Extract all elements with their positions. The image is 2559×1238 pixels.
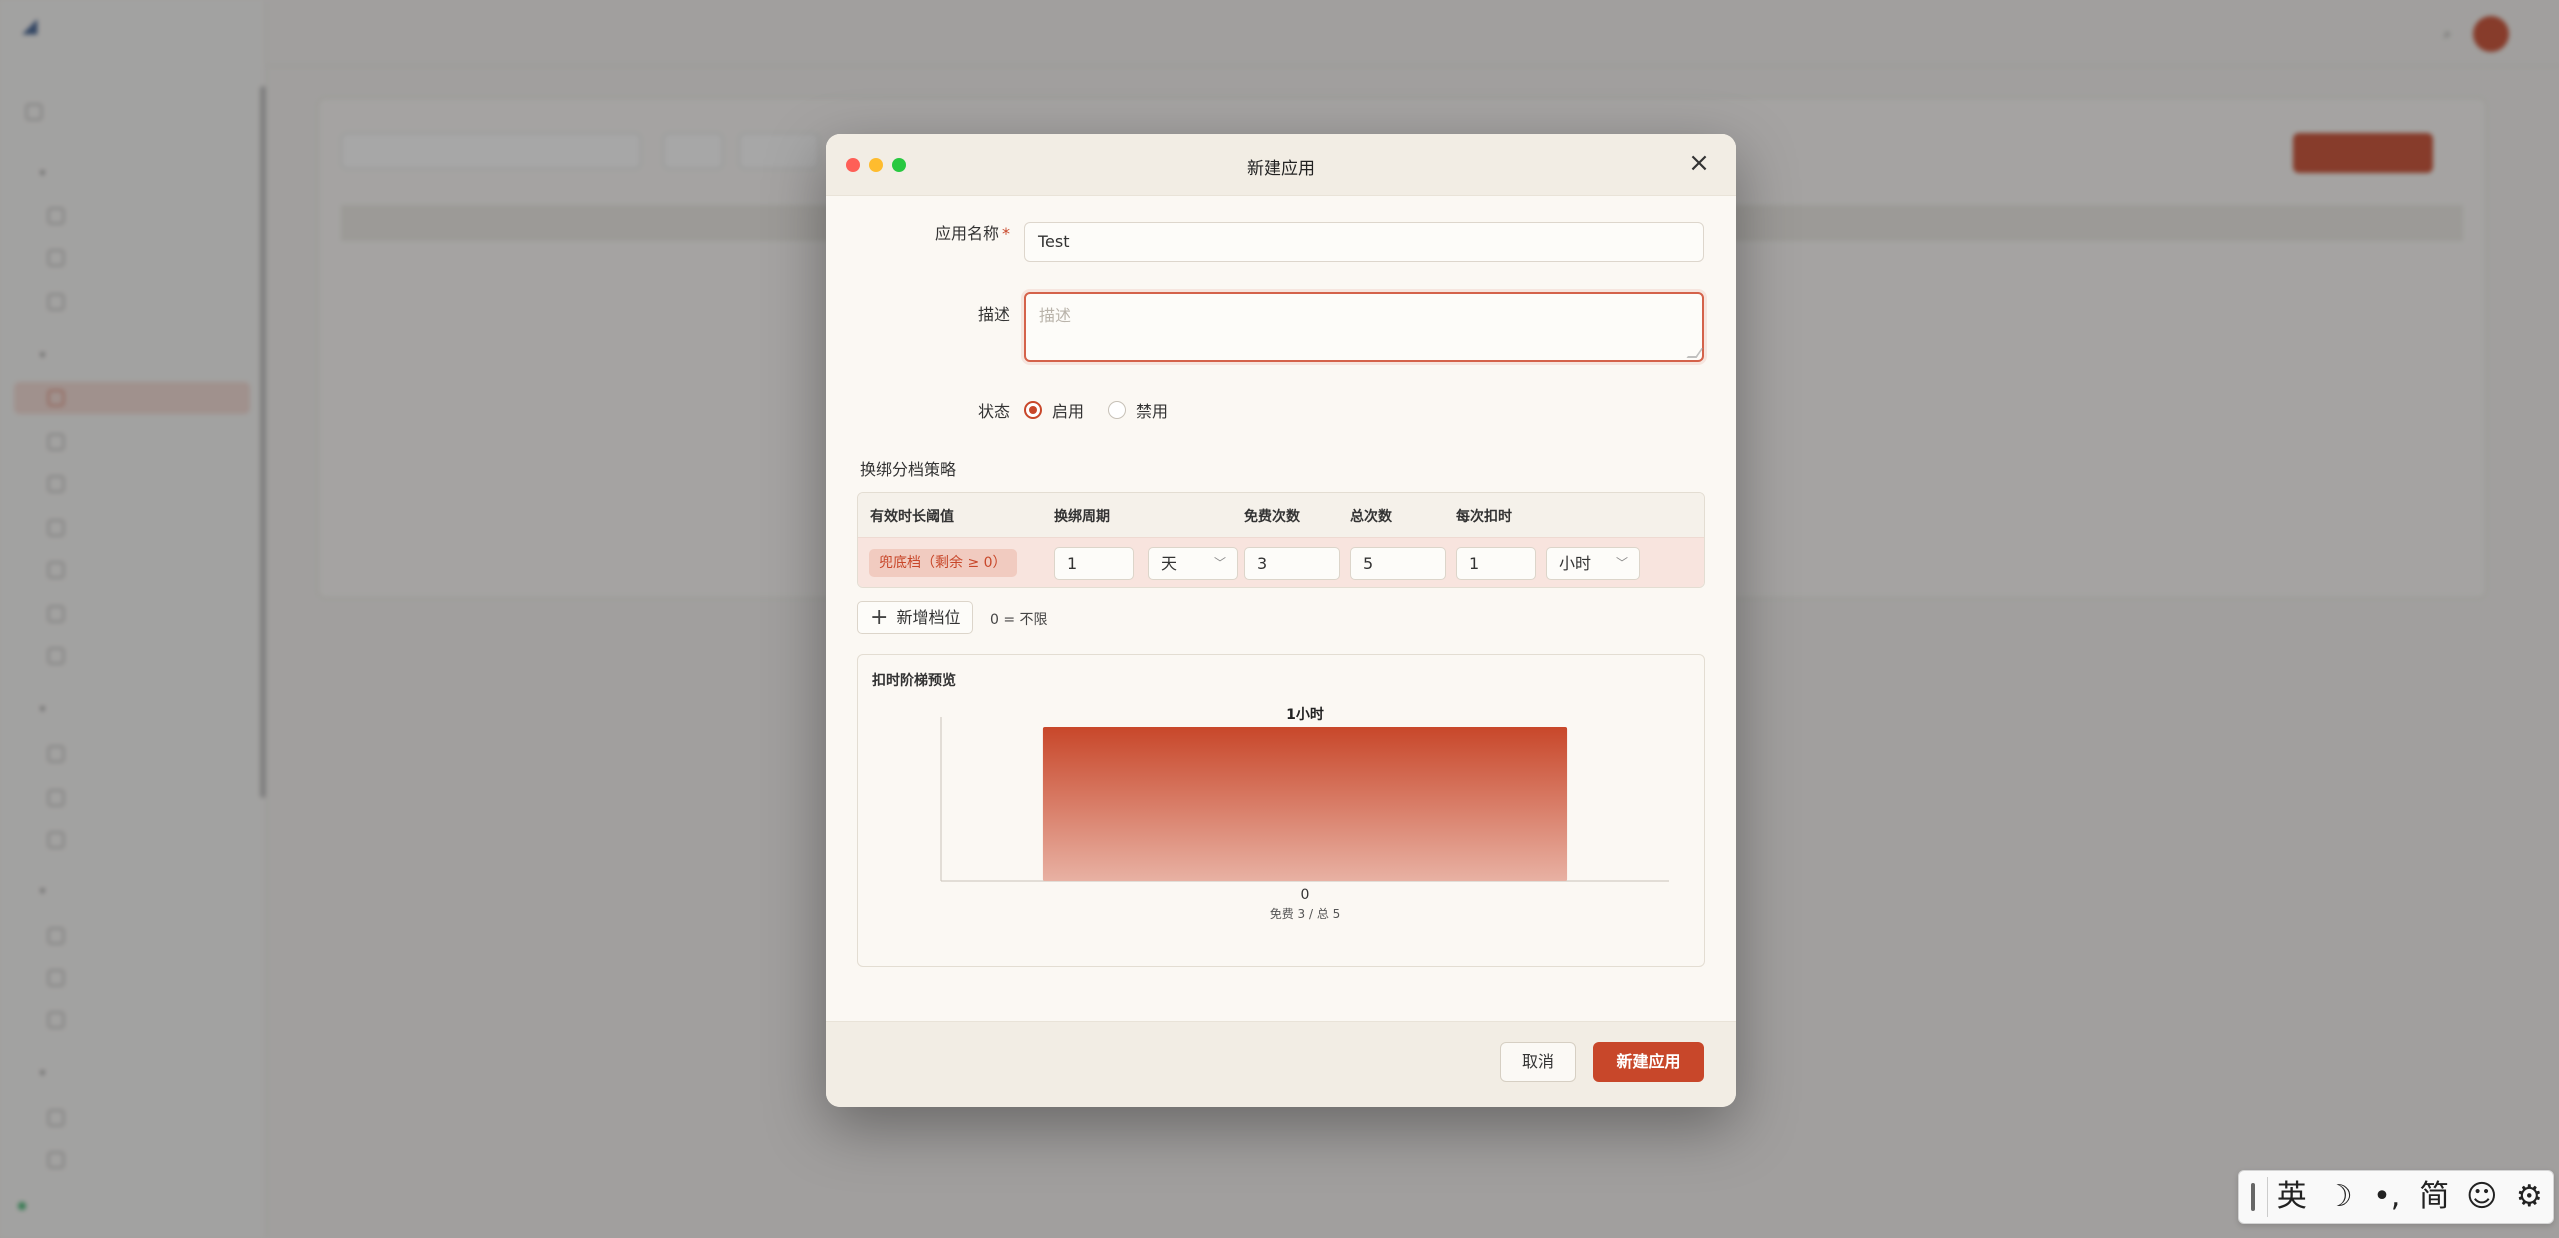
submit-button[interactable]: 新建应用 (1593, 1042, 1704, 1082)
plus-icon: + (870, 605, 889, 630)
chart-bar (1042, 727, 1568, 881)
column-header: 每次扣时 (1456, 509, 1512, 525)
column-header: 免费次数 (1244, 509, 1300, 525)
status-disabled-radio[interactable]: 禁用 (1108, 398, 1168, 422)
period-unit-value: 天 (1161, 554, 1178, 573)
status-label: 状态 (977, 402, 1010, 421)
tier-section-title: 换绑分档策略 (860, 460, 957, 479)
tier-table: 有效时长阈值 换绑周期 免费次数 总次数 每次扣时 兜底档（剩余 ≥ 0） 1 … (857, 492, 1705, 588)
cancel-button[interactable]: 取消 (1500, 1042, 1576, 1082)
description-label: 描述 (977, 305, 1010, 324)
free-count-input[interactable]: 3 (1244, 547, 1340, 580)
deduct-unit-value: 小时 (1559, 554, 1592, 573)
drag-handle-icon[interactable] (2251, 1183, 2255, 1211)
period-unit-select[interactable]: 天 ﹀ (1148, 547, 1238, 580)
moon-icon[interactable]: ☽ (2315, 1170, 2363, 1224)
total-count-input[interactable]: 5 (1350, 547, 1446, 580)
bar-data-label: 1小时 (1286, 706, 1324, 723)
tier-table-header: 有效时长阈值 换绑周期 免费次数 总次数 每次扣时 (858, 493, 1704, 537)
x-tick-sublabel: 免费 3 / 总 5 (1270, 906, 1341, 921)
deduction-preview: 扣时阶梯预览 1小时 0 免费 3 / 总 5 (857, 654, 1705, 967)
add-tier-button[interactable]: + 新增档位 (857, 601, 974, 634)
dialog-header: 新建应用 × (826, 134, 1736, 196)
close-icon[interactable]: × (1686, 150, 1712, 177)
dialog-title: 新建应用 (1247, 159, 1315, 179)
emoji-icon[interactable]: ☺ (2458, 1170, 2506, 1224)
tier-badge: 兜底档（剩余 ≥ 0） (869, 549, 1017, 577)
preview-chart: 1小时 0 免费 3 / 总 5 (940, 706, 1669, 921)
add-tier-label: 新增档位 (896, 608, 961, 627)
status-radio-group: 启用 禁用 (1024, 398, 1168, 422)
radio-checked-icon (1024, 401, 1042, 419)
status-disabled-label: 禁用 (1136, 402, 1169, 421)
column-header: 换绑周期 (1054, 509, 1110, 525)
app-name-input[interactable]: Test (1024, 222, 1704, 262)
column-header: 总次数 (1350, 509, 1392, 525)
required-mark: * (1002, 224, 1010, 243)
punctuation-icon[interactable]: •, (2363, 1170, 2411, 1224)
language-toggle-icon[interactable]: 英 (2268, 1170, 2316, 1224)
table-row: 兜底档（剩余 ≥ 0） 1 天 ﹀ 3 5 1 小时 ﹀ (858, 537, 1704, 587)
deduct-unit-select[interactable]: 小时 ﹀ (1546, 547, 1640, 580)
ime-toolbar: 英 ☽ •, 简 ☺ ⚙ (2238, 1170, 2554, 1224)
description-textarea[interactable] (1024, 292, 1704, 362)
radio-unchecked-icon (1108, 401, 1127, 419)
column-header: 有效时长阈值 (870, 509, 954, 525)
simplified-toggle-icon[interactable]: 简 (2410, 1170, 2458, 1224)
status-enabled-radio[interactable]: 启用 (1024, 398, 1084, 422)
dialog-footer: 取消 新建应用 (826, 1021, 1736, 1107)
settings-gear-icon[interactable]: ⚙ (2506, 1170, 2554, 1224)
create-app-dialog: 新建应用 × 应用名称* Test 描述 状态 启用 禁用 换绑分档策略 有效时… (826, 134, 1736, 1107)
x-tick-label: 0 (1301, 887, 1310, 903)
chevron-down-icon: ﹀ (1213, 556, 1226, 570)
period-value-input[interactable]: 1 (1054, 547, 1134, 580)
chevron-down-icon: ﹀ (1615, 556, 1628, 570)
status-enabled-label: 启用 (1052, 402, 1085, 421)
unlimited-hint: 0 = 不限 (990, 612, 1048, 628)
deduct-value-input[interactable]: 1 (1456, 547, 1536, 580)
name-label: 应用名称 * (934, 224, 1010, 243)
